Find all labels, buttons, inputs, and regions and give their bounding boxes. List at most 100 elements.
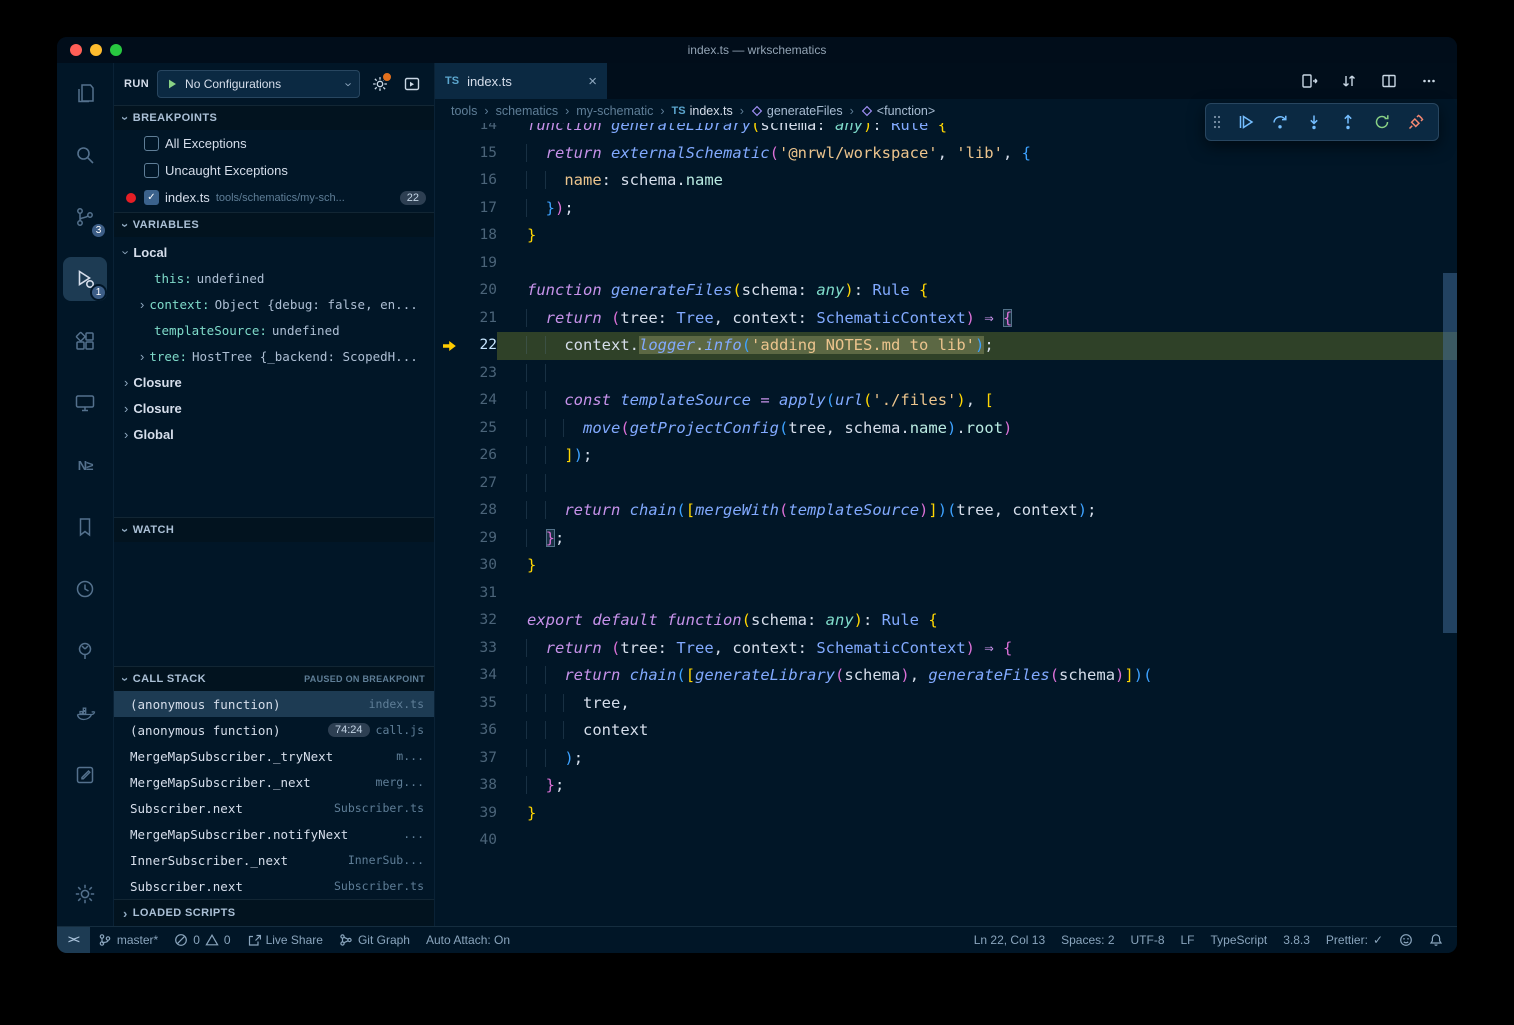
gutter[interactable]: 14 xyxy=(435,123,497,140)
breakpoint-checkbox[interactable] xyxy=(144,163,159,178)
gutter[interactable]: 39 xyxy=(435,800,497,828)
code-line[interactable]: 36 context xyxy=(435,717,1457,745)
code-line[interactable]: 28 return chain([mergeWith(templateSourc… xyxy=(435,497,1457,525)
debug-settings-gear-icon[interactable] xyxy=(368,72,392,96)
gutter[interactable]: 35 xyxy=(435,690,497,718)
more-actions-icon[interactable] xyxy=(1417,69,1441,93)
gutter[interactable]: 40 xyxy=(435,827,497,855)
breadcrumb-my-schematic[interactable]: my-schematic xyxy=(576,104,653,118)
breakpoints-section-header[interactable]: › BREAKPOINTS xyxy=(114,105,434,130)
scope-row[interactable]: ›Global xyxy=(114,421,434,447)
call-stack-frame[interactable]: MergeMapSubscriber._nextmerg... xyxy=(114,769,434,795)
call-stack-frame[interactable]: (anonymous function)74:24call.js xyxy=(114,717,434,743)
call-stack-section-header[interactable]: › CALL STACK PAUSED ON BREAKPOINT xyxy=(114,666,434,691)
code-line[interactable]: 40 xyxy=(435,827,1457,855)
gutter[interactable]: 20 xyxy=(435,277,497,305)
cursor-position-status[interactable]: Ln 22, Col 13 xyxy=(966,927,1053,953)
close-tab-icon[interactable]: × xyxy=(588,74,597,89)
git-graph-status[interactable]: Git Graph xyxy=(331,927,418,953)
gutter[interactable]: 36 xyxy=(435,717,497,745)
call-stack-frame[interactable]: Subscriber.nextSubscriber.ts xyxy=(114,795,434,821)
gutter[interactable]: 15 xyxy=(435,140,497,168)
todo-edit-icon[interactable] xyxy=(63,753,107,797)
source-control-icon[interactable]: 3 xyxy=(63,195,107,239)
code-line[interactable]: 34 return chain([generateLibrary(schema)… xyxy=(435,662,1457,690)
variable-row[interactable]: this:undefined xyxy=(114,265,434,291)
gutter[interactable]: 17 xyxy=(435,195,497,223)
remote-explorer-icon[interactable] xyxy=(63,381,107,425)
code-line[interactable]: 29 }; xyxy=(435,525,1457,553)
debug-console-panel-icon[interactable] xyxy=(400,72,424,96)
code-line[interactable]: 39} xyxy=(435,800,1457,828)
extensions-icon[interactable] xyxy=(63,319,107,363)
eol-status[interactable]: LF xyxy=(1173,927,1203,953)
notifications-status[interactable] xyxy=(1421,927,1451,953)
call-stack-frame[interactable]: InnerSubscriber._nextInnerSub... xyxy=(114,847,434,873)
scope-row[interactable]: ›Closure xyxy=(114,369,434,395)
code-line[interactable]: 23 xyxy=(435,360,1457,388)
variables-section-header[interactable]: › VARIABLES xyxy=(114,212,434,237)
gutter[interactable]: 26 xyxy=(435,442,497,470)
gutter[interactable]: 30 xyxy=(435,552,497,580)
code-line[interactable]: 17 }); xyxy=(435,195,1457,223)
gutter[interactable]: 24 xyxy=(435,387,497,415)
code-line[interactable]: 18} xyxy=(435,222,1457,250)
gutter[interactable]: 28 xyxy=(435,497,497,525)
peacock-icon[interactable] xyxy=(63,629,107,673)
breakpoint-checkbox[interactable]: ✓ xyxy=(144,190,159,205)
code-line[interactable]: 15 return externalSchematic('@nrwl/works… xyxy=(435,140,1457,168)
watch-section-header[interactable]: › WATCH xyxy=(114,517,434,542)
editor-scrollbar[interactable] xyxy=(1443,123,1457,926)
minimize-window-button[interactable] xyxy=(90,44,102,56)
step-over-button[interactable] xyxy=(1264,107,1296,137)
call-stack-frame[interactable]: (anonymous function)index.ts xyxy=(114,691,434,717)
run-debug-icon[interactable]: 1 xyxy=(63,257,107,301)
step-out-button[interactable] xyxy=(1332,107,1364,137)
code-line[interactable]: 37 ); xyxy=(435,745,1457,773)
gutter[interactable]: 18 xyxy=(435,222,497,250)
problems-status[interactable]: 0 0 xyxy=(166,927,238,953)
tab-index-ts[interactable]: TS index.ts × xyxy=(435,63,607,99)
swap-order-icon[interactable] xyxy=(1337,69,1361,93)
variable-row[interactable]: templateSource:undefined xyxy=(114,317,434,343)
gutter[interactable]: 38 xyxy=(435,772,497,800)
breadcrumb-symbol-function[interactable]: <function> xyxy=(861,104,935,118)
search-icon[interactable] xyxy=(63,133,107,177)
call-stack-frame[interactable]: MergeMapSubscriber.notifyNext... xyxy=(114,821,434,847)
call-stack-frame[interactable]: Subscriber.nextSubscriber.ts xyxy=(114,873,434,899)
gutter[interactable]: 32 xyxy=(435,607,497,635)
code-line[interactable]: 32export default function(schema: any): … xyxy=(435,607,1457,635)
breadcrumb-file[interactable]: TS index.ts xyxy=(672,104,733,118)
split-editor-icon[interactable] xyxy=(1377,69,1401,93)
docker-icon[interactable] xyxy=(63,691,107,735)
manage-gear-icon[interactable] xyxy=(63,872,107,916)
prettier-status[interactable]: Prettier: ✓ xyxy=(1318,927,1391,953)
breakpoint-item[interactable]: All Exceptions xyxy=(114,130,434,157)
gutter[interactable]: 37 xyxy=(435,745,497,773)
language-mode-status[interactable]: TypeScript xyxy=(1203,927,1276,953)
feedback-status[interactable] xyxy=(1391,927,1421,953)
code-line[interactable]: 33 return (tree: Tree, context: Schemati… xyxy=(435,635,1457,663)
code-editor[interactable]: 14function generateLibrary(schema: any):… xyxy=(435,123,1457,926)
gutter[interactable]: 27 xyxy=(435,470,497,498)
code-line[interactable]: 25 move(getProjectConfig(tree, schema.na… xyxy=(435,415,1457,443)
code-line[interactable]: 21 return (tree: Tree, context: Schemati… xyxy=(435,305,1457,333)
gutter[interactable]: 19 xyxy=(435,250,497,278)
code-line[interactable]: 19 xyxy=(435,250,1457,278)
code-line[interactable]: 38 }; xyxy=(435,772,1457,800)
code-line[interactable]: 30} xyxy=(435,552,1457,580)
code-line[interactable]: 22 context.logger.info('adding NOTES.md … xyxy=(435,332,1457,360)
scope-row[interactable]: ›Local xyxy=(114,239,434,265)
variable-row[interactable]: ›context:Object {debug: false, en... xyxy=(114,291,434,317)
code-line[interactable]: 27 xyxy=(435,470,1457,498)
gutter[interactable]: 31 xyxy=(435,580,497,608)
code-line[interactable]: 26 ]); xyxy=(435,442,1457,470)
gutter[interactable]: 22 xyxy=(435,332,497,360)
bookmarks-icon[interactable] xyxy=(63,505,107,549)
launch-configuration-dropdown[interactable]: No Configurations › xyxy=(157,70,360,98)
gutter[interactable]: 29 xyxy=(435,525,497,553)
code-line[interactable]: 20function generateFiles(schema: any): R… xyxy=(435,277,1457,305)
open-changes-icon[interactable] xyxy=(1297,69,1321,93)
gutter[interactable]: 33 xyxy=(435,635,497,663)
disconnect-button[interactable] xyxy=(1400,107,1432,137)
